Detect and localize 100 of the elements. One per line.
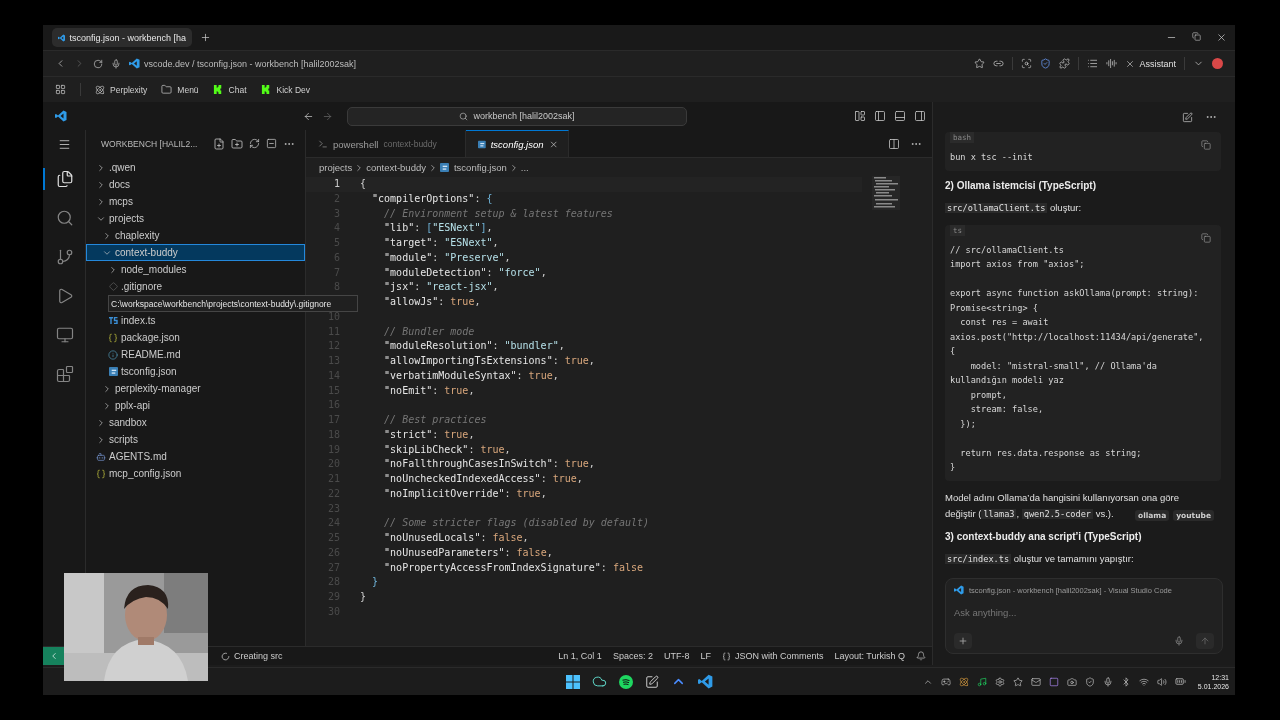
bookmark-link[interactable]: Chat: [212, 84, 247, 95]
spotify-icon[interactable]: [618, 674, 633, 689]
code-line: // Some stricter flags (disabled by default): [383, 516, 649, 531]
code-line: model: "mistral-small", // Ollama'da: [969, 359, 1158, 373]
file-item[interactable]: AGENTS.md: [86, 448, 305, 465]
battery-icon[interactable]: [1174, 676, 1186, 687]
bluetooth-icon[interactable]: [1120, 676, 1131, 687]
file-item[interactable]: package.json: [86, 329, 305, 346]
copy-icon[interactable]: [1201, 140, 1211, 150]
vscode-taskbar-icon[interactable]: [697, 674, 713, 689]
folder-item[interactable]: docs: [86, 176, 305, 193]
copy-icon[interactable]: [1201, 232, 1211, 243]
puzzle-icon[interactable]: [1059, 58, 1071, 69]
panel-left-icon[interactable]: [874, 110, 886, 122]
folder-item[interactable]: perplexity-manager: [86, 380, 305, 397]
bookmark-link[interactable]: Perplexity: [95, 84, 148, 95]
panel-right-icon[interactable]: [914, 110, 926, 122]
file-item[interactable]: .gitignore: [86, 278, 305, 295]
assistant-button[interactable]: Assistant: [1125, 58, 1176, 69]
gear-icon[interactable]: [994, 676, 1005, 687]
close-icon[interactable]: [1216, 32, 1227, 43]
folder-item[interactable]: sandbox: [86, 414, 305, 431]
wifi-icon[interactable]: [1138, 676, 1149, 687]
back-icon[interactable]: [303, 110, 314, 122]
audio-icon[interactable]: [1106, 58, 1118, 69]
split-editor-icon[interactable]: [888, 137, 900, 150]
add-button[interactable]: [954, 633, 972, 649]
microphone-icon[interactable]: [111, 58, 121, 69]
restore-icon[interactable]: [1192, 32, 1201, 41]
music-icon[interactable]: [976, 676, 987, 687]
code-line: const res = await: [959, 316, 1050, 329]
volume-icon[interactable]: [1156, 676, 1167, 687]
menu-icon[interactable]: [57, 138, 71, 151]
breadcrumb[interactable]: tsconfig.json: [453, 162, 507, 173]
shield-icon[interactable]: [1040, 58, 1052, 69]
line-number: 1: [333, 178, 340, 189]
file-item[interactable]: mcp_config.json: [86, 465, 305, 482]
bell-icon[interactable]: [916, 651, 926, 661]
file-item[interactable]: README.md: [86, 346, 305, 363]
collapse-icon[interactable]: [266, 138, 277, 149]
link-icon[interactable]: [993, 58, 1005, 69]
status-item[interactable]: Spaces: 2: [612, 651, 653, 661]
folder-icon: [161, 84, 173, 95]
code-line: kullandığın modeli yaz: [950, 374, 1065, 387]
file-item[interactable]: tsconfig.json: [86, 363, 305, 380]
folder-item[interactable]: chaplexity: [86, 227, 305, 244]
code-line: bun x tsc --init: [950, 151, 1034, 164]
code-line: "moduleDetection": "force",: [383, 265, 547, 280]
status-item[interactable]: Layout: Turkish Q: [834, 651, 905, 661]
new-file-icon[interactable]: [213, 137, 225, 150]
new-tab-icon[interactable]: [200, 32, 211, 43]
shield-icon[interactable]: [1084, 676, 1095, 687]
new-chat-icon[interactable]: [1182, 111, 1193, 123]
bookmark-link[interactable]: Kick Dev: [260, 84, 311, 95]
profile-avatar[interactable]: [1212, 58, 1223, 69]
microphone-icon[interactable]: [1102, 676, 1113, 687]
folder-item[interactable]: projects: [86, 210, 305, 227]
windows-icon[interactable]: [565, 674, 580, 689]
address-field[interactable]: vscode.dev / tsconfig.json - workbench [halil2002sak]: [144, 58, 357, 69]
list-icon[interactable]: [1087, 58, 1099, 69]
refresh-icon[interactable]: [249, 138, 260, 149]
editor-tab[interactable]: tsconfig.json: [466, 130, 569, 157]
breadcrumb[interactable]: context-buddy: [366, 162, 426, 173]
reload-icon[interactable]: [93, 58, 103, 69]
folder-item[interactable]: .qwen: [86, 159, 305, 176]
file-item[interactable]: index.ts: [86, 312, 305, 329]
typescript-file-icon: [108, 317, 118, 324]
browser-tab[interactable]: tsconfig.json - workbench [ha: [52, 28, 192, 47]
panel-bottom-icon[interactable]: [894, 110, 906, 122]
status-item[interactable]: LF: [700, 651, 711, 661]
status-item[interactable]: UTF-8: [663, 651, 690, 661]
camera-icon[interactable]: [1066, 676, 1077, 687]
kick-icon: [260, 84, 272, 95]
minimap-drawing[interactable]: [872, 176, 900, 210]
folder-item[interactable]: pplx-api: [86, 397, 305, 414]
code-line: import axios from "axios";: [950, 258, 1086, 271]
folder-item[interactable]: mcps: [86, 193, 305, 210]
status-item[interactable]: JSON with Comments: [721, 651, 824, 661]
gamepad-icon[interactable]: [940, 676, 951, 687]
microphone-icon[interactable]: [1174, 636, 1184, 646]
square-icon[interactable]: [1048, 676, 1059, 687]
command-center[interactable]: workbench [halil2002sak]: [347, 106, 687, 126]
folder-item[interactable]: node_modules: [86, 261, 305, 278]
close-icon[interactable]: [548, 138, 558, 150]
mail-icon[interactable]: [1030, 676, 1041, 687]
star-icon[interactable]: [974, 58, 986, 69]
folder-item[interactable]: scripts: [86, 431, 305, 448]
breadcrumb[interactable]: projects: [319, 162, 353, 173]
vscode-logo-icon: [58, 32, 66, 43]
breadcrumb[interactable]: ...: [520, 162, 529, 173]
layout-icon[interactable]: [854, 110, 866, 122]
notepad-icon[interactable]: [644, 674, 659, 689]
apps-icon[interactable]: [55, 84, 66, 95]
new-folder-icon[interactable]: [231, 137, 243, 150]
app-icon[interactable]: [958, 676, 969, 687]
star-icon[interactable]: [1012, 676, 1023, 687]
scan-icon[interactable]: [1021, 58, 1033, 69]
bookmark-link[interactable]: Menü: [161, 84, 199, 95]
status-item[interactable]: Ln 1, Col 1: [558, 651, 602, 661]
folder-item[interactable]: context-buddy: [86, 244, 305, 261]
